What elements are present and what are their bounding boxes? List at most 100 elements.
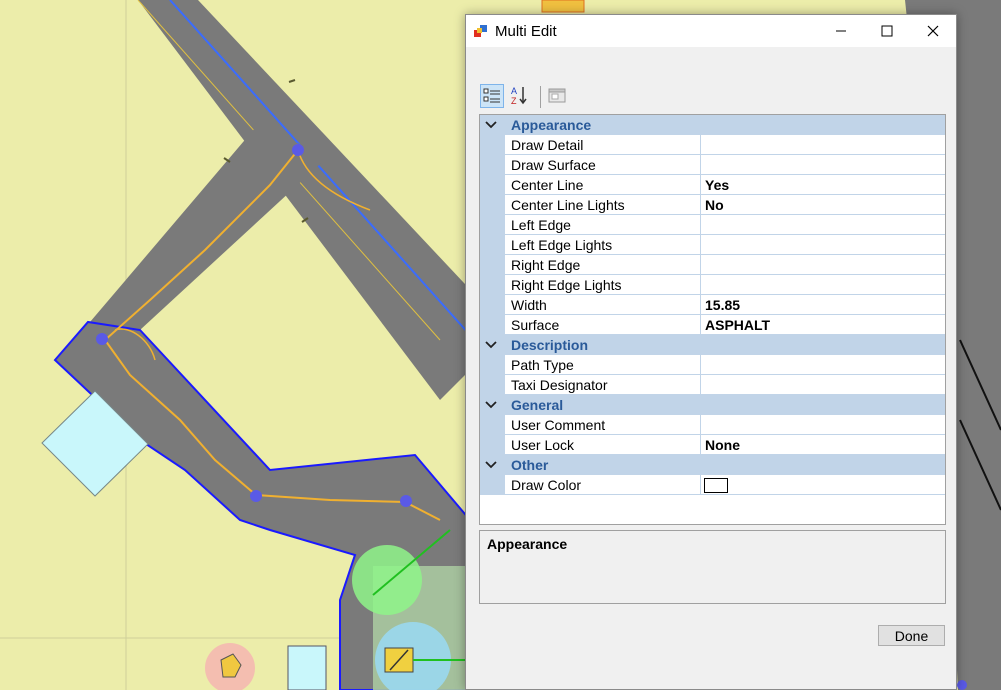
property-name-cell[interactable]: User Comment [505,415,701,435]
property-name: Draw Detail [511,137,584,153]
property-value-cell[interactable] [701,355,945,375]
chevron-down-icon[interactable] [485,400,497,410]
path-node[interactable] [292,144,304,156]
property-pages-button[interactable] [546,84,570,108]
property-row-right-edge-lights[interactable]: Right Edge Lights [480,275,945,295]
toolbar-separator [540,86,541,108]
property-name-cell[interactable]: Width [505,295,701,315]
chevron-down-icon[interactable] [485,120,497,130]
property-name-cell[interactable]: Draw Color [505,475,701,495]
property-grid-toolbar: A Z [478,82,598,110]
property-value: ASPHALT [705,317,771,333]
chevron-down-icon[interactable] [485,460,497,470]
window-title: Multi Edit [495,23,557,40]
minimize-button[interactable] [818,15,864,47]
categorized-view-icon [483,88,500,103]
property-name-cell[interactable]: Path Type [505,355,701,375]
alphabetical-sort-button[interactable]: A Z [508,84,532,108]
row-gutter [480,375,505,395]
category-label: Other [511,457,549,473]
svg-text:Z: Z [511,96,517,106]
row-gutter [480,475,505,495]
property-row-draw-surface[interactable]: Draw Surface [480,155,945,175]
property-value-cell[interactable] [701,275,945,295]
property-value-cell[interactable]: Yes [701,175,945,195]
property-row-center-line-lights[interactable]: Center Line Lights No [480,195,945,215]
property-name-cell[interactable]: Left Edge [505,215,701,235]
property-value-cell[interactable] [701,375,945,395]
property-value-cell[interactable] [701,235,945,255]
path-node[interactable] [400,495,412,507]
row-gutter [480,435,505,455]
property-name: Right Edge [511,257,581,273]
property-value-cell[interactable]: ASPHALT [701,315,945,335]
category-appearance[interactable]: Appearance [480,115,945,135]
property-name-cell[interactable]: Draw Detail [505,135,701,155]
help-panel: Appearance [479,530,946,604]
gate-radius-green[interactable] [352,545,422,615]
property-row-left-edge-lights[interactable]: Left Edge Lights [480,235,945,255]
property-name-cell[interactable]: Right Edge [505,255,701,275]
chevron-down-icon[interactable] [485,340,497,350]
property-grid[interactable]: Appearance Draw Detail Draw Surface Cent… [479,114,946,525]
property-name-cell[interactable]: Right Edge Lights [505,275,701,295]
property-value: None [705,437,740,453]
property-name: User Comment [511,417,606,433]
categorized-view-button[interactable] [480,84,504,108]
row-gutter [480,255,505,275]
property-row-path-type[interactable]: Path Type [480,355,945,375]
category-label: General [511,397,564,413]
property-value-cell[interactable]: None [701,435,945,455]
row-gutter [480,215,505,235]
property-row-draw-color[interactable]: Draw Color [480,475,945,495]
property-name-cell[interactable]: Center Line [505,175,701,195]
property-value: 15.85 [705,297,741,313]
app-icon [474,25,487,37]
property-value-cell[interactable] [701,135,945,155]
property-value-cell[interactable] [701,475,945,495]
property-row-surface[interactable]: Surface ASPHALT [480,315,945,335]
property-name-cell[interactable]: Draw Surface [505,155,701,175]
property-row-taxi-designator[interactable]: Taxi Designator [480,375,945,395]
property-row-center-line[interactable]: Center Line Yes [480,175,945,195]
property-row-draw-detail[interactable]: Draw Detail [480,135,945,155]
property-value-cell[interactable] [701,255,945,275]
category-other[interactable]: Other [480,455,945,475]
category-general[interactable]: General [480,395,945,415]
title-bar[interactable]: Multi Edit [466,15,956,47]
done-button[interactable]: Done [878,625,945,646]
property-name: Left Edge [511,217,571,233]
category-description[interactable]: Description [480,335,945,355]
property-name: Draw Color [511,477,582,493]
property-name-cell[interactable]: Surface [505,315,701,335]
color-swatch[interactable] [704,478,728,493]
path-node[interactable] [96,333,108,345]
property-value-cell[interactable]: No [701,195,945,215]
category-label: Description [511,337,589,353]
path-node[interactable] [957,680,967,690]
maximize-icon [881,25,893,37]
row-gutter [480,195,505,215]
property-name-cell[interactable]: Taxi Designator [505,375,701,395]
property-value-cell[interactable] [701,415,945,435]
property-name-cell[interactable]: Left Edge Lights [505,235,701,255]
property-row-user-comment[interactable]: User Comment [480,415,945,435]
property-value-cell[interactable] [701,155,945,175]
property-row-width[interactable]: Width 15.85 [480,295,945,315]
property-row-right-edge[interactable]: Right Edge [480,255,945,275]
row-gutter [480,135,505,155]
property-name: Surface [511,317,560,333]
property-row-user-lock[interactable]: User Lock None [480,435,945,455]
property-name: Draw Surface [511,157,596,173]
property-value-cell[interactable] [701,215,945,235]
path-node[interactable] [250,490,262,502]
property-value-cell[interactable]: 15.85 [701,295,945,315]
close-button[interactable] [910,15,956,47]
property-name-cell[interactable]: User Lock [505,435,701,455]
row-gutter [480,415,505,435]
small-building[interactable] [287,645,327,690]
property-name-cell[interactable]: Center Line Lights [505,195,701,215]
maximize-button[interactable] [864,15,910,47]
property-value: No [705,197,724,213]
property-row-left-edge[interactable]: Left Edge [480,215,945,235]
